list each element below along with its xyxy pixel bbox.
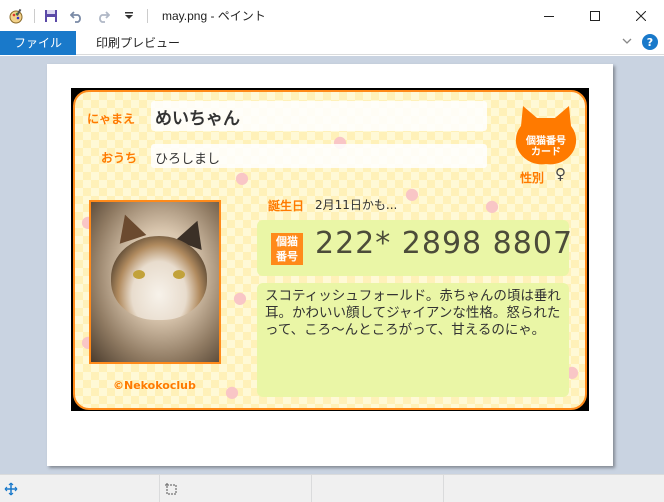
paw-print-icon: ● (485, 196, 499, 215)
redo-icon[interactable] (95, 8, 111, 24)
paw-print-icon: ● (235, 168, 249, 187)
badge-line2: カード (531, 147, 561, 158)
cat-face (111, 236, 207, 320)
cat-photo (89, 200, 221, 364)
maximize-button[interactable] (572, 0, 618, 31)
birthday-label: 誕生日 (268, 199, 305, 213)
help-icon[interactable]: ? (642, 34, 658, 50)
tab-print-preview[interactable]: 印刷プレビュー (82, 34, 194, 51)
paw-print-icon: ● (405, 184, 419, 203)
window-controls (526, 0, 664, 31)
window-title: may.png - ペイント (162, 9, 266, 23)
number-tag-line1: 個猫 (276, 235, 298, 248)
cursor-position-cell (0, 474, 160, 502)
paw-print-icon: ● (233, 288, 247, 307)
cat-eye (173, 270, 185, 279)
maximize-icon (590, 10, 600, 21)
tab-file[interactable]: ファイル (0, 30, 77, 55)
paw-print-icon: ● (225, 382, 239, 401)
quick-access-toolbar (0, 0, 156, 31)
minimize-icon (544, 15, 554, 17)
badge-line1: 個猫番号 (526, 136, 566, 147)
undo-icon[interactable] (69, 8, 85, 24)
cat-id-card: ● ● ● ● ● ● ● ● ● にゃまえ めいちゃん おうち ひろしまし 個… (73, 90, 587, 410)
copyright-text: ©Nekokoclub (113, 379, 196, 392)
collapse-ribbon-icon[interactable] (622, 35, 632, 49)
selection-size-cell (160, 474, 312, 502)
description-panel: スコティッシュフォールド。赤ちゃんの頃は垂れ耳。かわいい顔してジャイアンな性格。… (257, 283, 569, 397)
status-bar (0, 474, 664, 502)
paint-app-icon[interactable] (8, 8, 24, 24)
customize-toolbar-icon[interactable] (121, 8, 137, 24)
female-symbol: ♀ (555, 165, 566, 183)
id-number-tag: 個猫 番号 (271, 233, 303, 265)
badge-label: 個猫番号 カード (515, 136, 577, 158)
ribbon-tabs: ファイル 印刷プレビュー ? (0, 30, 664, 55)
close-icon (636, 10, 646, 21)
id-card-badge: 個猫番号 カード (515, 104, 577, 166)
cat-name: めいちゃん (155, 109, 240, 129)
birthday-value: 2月11日かも... (315, 198, 398, 212)
home-label: おうち (101, 151, 138, 165)
description-text: スコティッシュフォールド。赤ちゃんの頃は垂れ耳。かわいい顔してジャイアンな性格。… (265, 288, 561, 338)
close-button[interactable] (618, 0, 664, 31)
id-number-panel: 個猫 番号 222* 2898 8807 (257, 220, 572, 276)
cat-home: ひろしまし (155, 152, 221, 167)
title-bar: may.png - ペイント (0, 0, 664, 31)
id-number: 222* 2898 8807 (315, 226, 574, 261)
minimize-button[interactable] (526, 0, 572, 31)
number-tag-line2: 番号 (276, 250, 298, 263)
name-label: にゃまえ (87, 112, 136, 126)
toolbar-divider (147, 8, 148, 23)
selection-size-icon (165, 482, 177, 494)
ribbon-right-controls: ? (622, 34, 658, 50)
save-icon[interactable] (43, 8, 59, 24)
sex-label: 性別 (520, 171, 545, 185)
zoom-cell (444, 475, 664, 502)
image-size-cell (312, 474, 444, 502)
cat-eye (133, 270, 145, 279)
toolbar-divider (34, 8, 35, 23)
cursor-position-icon (4, 482, 18, 495)
